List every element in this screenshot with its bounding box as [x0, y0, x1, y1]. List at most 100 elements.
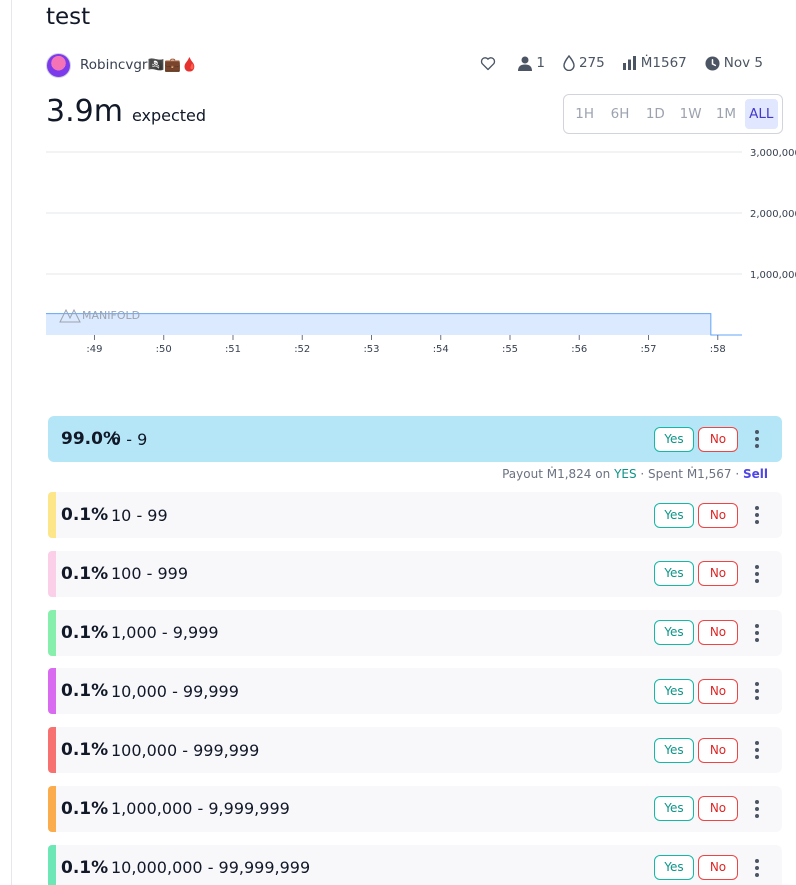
answer-actions: Yes No	[654, 551, 764, 597]
answer-probability: 0.1%	[61, 798, 109, 819]
expected-value: 3.9m	[46, 94, 123, 129]
x-tick-label: :50	[156, 344, 172, 355]
answer-row[interactable]: 0.1% 100,000 - 999,999 Yes No	[48, 727, 782, 774]
answer-probability: 0.1%	[61, 505, 109, 525]
expected-label: expected	[131, 106, 207, 125]
clock-icon	[705, 55, 720, 71]
heart-icon	[481, 56, 496, 70]
expected-value-display: 3.9m expected	[46, 94, 206, 129]
answer-color-stripe	[48, 727, 56, 774]
left-border	[11, 0, 12, 885]
tips-stat[interactable]: 275	[563, 55, 605, 71]
no-button[interactable]: No	[698, 620, 738, 646]
x-tick-label: :53	[363, 344, 379, 355]
traders-count: 1	[536, 55, 545, 71]
user-icon	[518, 56, 533, 71]
volume-amount: Ṁ1567	[640, 55, 687, 71]
yes-button[interactable]: Yes	[654, 426, 694, 452]
answer-probability: 0.1%	[61, 740, 109, 761]
avatar[interactable]	[46, 52, 71, 78]
answer-row[interactable]: 0.1% 1,000,000 - 9,999,999 Yes No	[48, 785, 782, 832]
payout-label: Payout	[502, 467, 543, 481]
answer-actions: Yes No	[654, 610, 764, 656]
more-options-icon[interactable]	[750, 858, 764, 877]
x-tick-label: :52	[294, 344, 310, 355]
answer-actions: Yes No	[654, 668, 764, 714]
payout-amount: Ṁ1,824	[546, 467, 592, 481]
yes-button[interactable]: Yes	[654, 502, 694, 528]
probability-chart[interactable]: MANIFOLD :49:50:51:52:53:54:55:56:57:58 …	[0, 140, 796, 370]
more-options-icon[interactable]	[750, 506, 764, 524]
range-1m-button[interactable]: 1M	[709, 99, 742, 129]
x-tick-label: :57	[640, 344, 656, 355]
no-button[interactable]: No	[698, 561, 738, 587]
more-options-icon[interactable]	[750, 799, 764, 818]
no-button[interactable]: No	[698, 426, 738, 452]
droplet-icon	[563, 55, 575, 71]
area-fill	[46, 313, 711, 335]
answer-row[interactable]: 0.1% 100 - 999 Yes No	[48, 550, 782, 597]
yes-button[interactable]: Yes	[654, 796, 694, 822]
range-all-button[interactable]: ALL	[744, 99, 778, 129]
answer-text: 10,000,000 - 99,999,999	[111, 858, 311, 878]
yes-button[interactable]: Yes	[654, 737, 694, 763]
yes-button[interactable]: Yes	[654, 678, 694, 704]
y-tick-label: 1,000,000	[750, 270, 796, 281]
author-name[interactable]: Robincvgr🏴‍☠️💼🩸	[80, 57, 198, 73]
no-button[interactable]: No	[698, 737, 738, 763]
answer-row[interactable]: 0.1% 10 - 99 Yes No	[48, 492, 782, 538]
range-1h-button[interactable]: 1H	[568, 99, 601, 129]
volume-stat[interactable]: Ṁ1567	[622, 55, 687, 71]
more-options-icon[interactable]	[750, 430, 764, 448]
answer-actions: Yes No	[654, 845, 764, 885]
x-tick-label: :49	[86, 344, 102, 355]
tips-count: 275	[578, 55, 605, 71]
yes-button[interactable]: Yes	[654, 561, 694, 587]
no-button[interactable]: No	[698, 678, 738, 704]
answer-text: 10 - 99	[111, 505, 168, 525]
answer-text: 1,000 - 9,999	[111, 623, 219, 643]
more-options-icon[interactable]	[750, 623, 764, 642]
answer-actions: Yes No	[654, 492, 764, 538]
close-date: Nov 5	[723, 55, 763, 71]
payout-info: Payout Ṁ1,824 on YES · Spent Ṁ1,567 · Se…	[502, 467, 768, 481]
traders-stat[interactable]: 1	[518, 55, 545, 71]
range-1w-button[interactable]: 1W	[674, 99, 707, 129]
market-title: test	[46, 4, 91, 30]
answer-probability: 99.0%	[61, 429, 120, 449]
answer-probability: 0.1%	[61, 563, 109, 584]
no-button[interactable]: No	[698, 796, 738, 822]
range-6h-button[interactable]: 6H	[603, 99, 636, 129]
answer-probability: 0.1%	[61, 622, 109, 643]
payout-outcome: YES	[614, 467, 637, 481]
answer-row[interactable]: 0.1% 1,000 - 9,999 Yes No	[48, 609, 782, 656]
no-button[interactable]: No	[698, 855, 738, 881]
more-options-icon[interactable]	[750, 564, 764, 583]
like-button[interactable]	[480, 56, 500, 71]
author-link[interactable]: Robincvgr🏴‍☠️💼🩸	[46, 52, 198, 78]
answer-actions: Yes No	[654, 416, 764, 462]
no-button[interactable]: No	[698, 502, 738, 528]
sell-button[interactable]: Sell	[743, 467, 768, 481]
yes-button[interactable]: Yes	[654, 620, 694, 646]
time-range-selector: 1H 6H 1D 1W 1M ALL	[563, 94, 783, 134]
more-options-icon[interactable]	[750, 741, 764, 760]
answer-row[interactable]: 0.1% 10,000 - 99,999 Yes No	[48, 668, 782, 715]
y-tick-label: 3,000,000	[750, 148, 796, 159]
answer-color-stripe	[48, 609, 56, 656]
answer-text: 10,000 - 99,999	[111, 681, 239, 701]
answer-row[interactable]: 99.0% 0 - 9 Yes No	[48, 416, 782, 462]
answer-row[interactable]: 0.1% 10,000,000 - 99,999,999 Yes No	[48, 844, 782, 885]
yes-button[interactable]: Yes	[654, 855, 694, 881]
more-options-icon[interactable]	[750, 682, 764, 701]
range-1d-button[interactable]: 1D	[639, 99, 672, 129]
spent-label: Spent	[648, 467, 683, 481]
answer-probability: 0.1%	[61, 681, 109, 702]
close-date-stat[interactable]: Nov 5	[705, 55, 763, 71]
y-tick-label: 2,000,000	[750, 209, 796, 220]
answer-probability: 0.1%	[61, 857, 109, 878]
answer-color-stripe	[48, 668, 56, 715]
x-tick-label: :51	[225, 344, 241, 355]
x-tick-label: :58	[710, 344, 726, 355]
x-tick-label: :54	[433, 344, 449, 355]
